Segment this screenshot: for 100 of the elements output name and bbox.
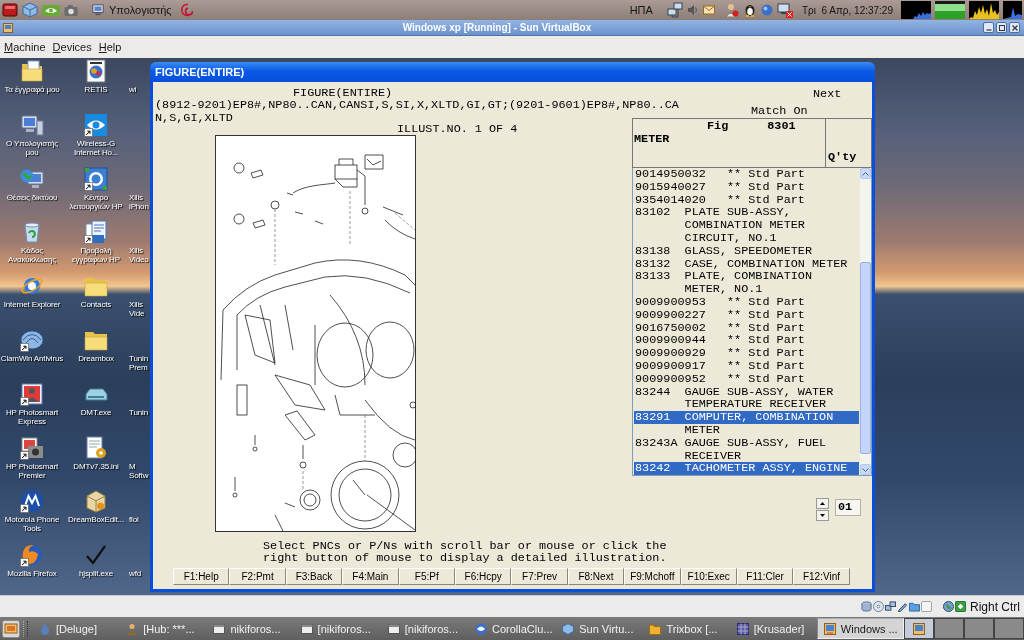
taskbar-button[interactable]: Trixbox [... <box>642 618 730 639</box>
part-list-item[interactable]: CIRCUIT, NO.1 <box>634 232 859 245</box>
desktop-icon-label[interactable]: Mozilla Firefox <box>7 569 57 579</box>
eye-badge-icon[interactable] <box>42 2 60 18</box>
square-app-icon[interactable] <box>2 2 18 18</box>
desktop-icon-label[interactable]: Wireless-G Internet Ho... <box>64 138 128 157</box>
eye-tile-icon[interactable] <box>84 112 108 137</box>
part-list-item[interactable]: 9354014020 ** Std Part <box>634 193 859 207</box>
part-list-item[interactable]: METER, NO.1 <box>634 283 859 296</box>
package-icon[interactable] <box>84 489 108 514</box>
page-number-field[interactable]: 01 <box>835 499 861 517</box>
function-key-button[interactable]: F12:Vinf <box>793 568 850 585</box>
documents-folder-icon[interactable] <box>20 59 44 83</box>
taskbar-button[interactable]: [Deluge] <box>32 618 120 639</box>
desktop-icon-label[interactable]: wfd <box>129 569 149 579</box>
part-list-item[interactable]: 83138 GLASS, SPEEDOMETER <box>634 244 859 258</box>
part-list-item[interactable]: 9016750002 ** Std Part <box>634 321 859 335</box>
function-key-button[interactable]: F2:Pmt <box>229 568 286 585</box>
taskbar-button[interactable]: Windows ... <box>816 618 905 639</box>
desktop-icon-label[interactable]: ClamWin Antivirus <box>0 354 64 363</box>
desktop-icon-label[interactable]: Κέντρο λειτουργιών HP <box>64 192 128 211</box>
fox-globe-icon[interactable] <box>20 543 44 568</box>
network-icon[interactable] <box>885 601 896 612</box>
workspace-thumbnail[interactable] <box>994 618 1024 639</box>
orb-icon[interactable] <box>760 4 773 16</box>
function-key-button[interactable]: F4:Main <box>342 568 399 585</box>
function-key-button[interactable]: F6:Hcpy <box>454 568 512 585</box>
camera-icon[interactable] <box>20 435 44 460</box>
desktop-icon-label[interactable]: DMTv7.35.ini <box>73 461 119 471</box>
desktop-icon-label[interactable]: Τα έγγραφά μου <box>4 85 60 94</box>
minimize-button[interactable] <box>983 22 994 33</box>
monitor-cross-icon[interactable] <box>776 2 793 18</box>
desktop-icon-label[interactable]: Tunin Prem <box>129 354 149 372</box>
diamond-icon[interactable] <box>955 601 966 612</box>
part-list-item[interactable]: 9009900227 ** Std Part <box>634 308 859 322</box>
part-list-item[interactable]: 83132 CASE, COMBINATION METER <box>634 257 859 271</box>
function-key-button[interactable]: F7:Prev <box>511 568 568 585</box>
desktop-icon-label[interactable]: DMT.exe <box>80 407 112 417</box>
disc-icon[interactable] <box>873 601 884 612</box>
desktop-icon-label[interactable]: Θέσεις δικτύου <box>6 192 58 202</box>
part-list-item[interactable]: 83102 PLATE SUB-ASSY, <box>634 206 859 220</box>
desktop-icon-label[interactable]: Dreambox <box>78 354 114 363</box>
workspace-thumbnail[interactable] <box>934 618 964 639</box>
taskbar-button[interactable]: [nikiforos... <box>380 618 468 639</box>
part-list-item[interactable]: METER <box>634 423 859 437</box>
function-key-button[interactable]: F8:Next <box>567 568 625 585</box>
menu-item[interactable]: Machine <box>4 41 46 53</box>
taskbar-button[interactable]: [Hub: ***... <box>119 618 207 639</box>
desktop-icon-label[interactable]: RETIS <box>84 85 108 94</box>
workspace-thumbnail[interactable] <box>964 618 994 639</box>
part-list-item[interactable]: 9014950032 ** Std Part <box>634 168 859 181</box>
part-list-item[interactable]: 9009900929 ** Std Part <box>634 347 859 360</box>
function-key-button[interactable]: F3:Back <box>285 568 343 585</box>
part-list-item[interactable]: 83244 GAUGE SUB-ASSY, WATER <box>634 385 859 399</box>
keyboard-layout-indicator[interactable]: ΗΠΑ <box>629 4 653 16</box>
function-key-button[interactable]: F11:Cler <box>736 568 794 585</box>
scroll-up-button[interactable] <box>860 168 871 179</box>
function-key-button[interactable]: F5:Pf <box>398 568 455 585</box>
m-logo-icon[interactable] <box>20 489 44 514</box>
part-list-item[interactable]: 83243A GAUGE SUB-ASSY, FUEL <box>634 436 859 450</box>
workspace-thumbnail[interactable] <box>904 618 934 639</box>
photo-frame-icon[interactable] <box>20 381 44 406</box>
computer-icon[interactable] <box>92 4 104 16</box>
taskbar-button[interactable]: [Krusader] <box>729 618 817 639</box>
taskbar-button[interactable]: [nikiforos... <box>293 618 381 639</box>
desktop-icon-label[interactable]: Xilis iPhon <box>129 192 149 211</box>
spin-down-button[interactable] <box>816 510 829 522</box>
settings-file-icon[interactable] <box>84 435 108 460</box>
volume-icon[interactable] <box>686 4 699 16</box>
menu-item[interactable]: Devices <box>52 41 92 53</box>
desktop-icon-label[interactable]: Internet Explorer <box>3 300 61 310</box>
parts-diagram-drawing[interactable] <box>215 135 416 532</box>
documents-icon[interactable] <box>84 220 108 245</box>
menu-item[interactable]: Help <box>98 41 122 53</box>
globe-icon[interactable] <box>943 601 954 612</box>
part-list-item[interactable]: 83133 PLATE, COMBINATION <box>634 270 859 284</box>
desktop-icon-label[interactable]: HP Photosmart Express <box>0 407 64 426</box>
maximize-button[interactable] <box>996 22 1007 33</box>
part-list-item[interactable]: 9009900953 ** Std Part <box>634 295 859 309</box>
show-desktop-icon[interactable] <box>2 619 20 638</box>
part-list-item[interactable]: 9009900944 ** Std Part <box>634 334 859 348</box>
part-list-item[interactable]: 9009900952 ** Std Part <box>634 372 859 386</box>
function-key-button[interactable]: F1:Help <box>173 568 230 585</box>
taskbar-button[interactable]: nikiforos... <box>206 618 294 639</box>
network-icon[interactable] <box>666 2 683 18</box>
clock[interactable]: Τρι 6 Απρ, 12:37:29 <box>801 4 893 16</box>
desktop-icon-label[interactable]: Ο Υπολογιστής μου <box>0 138 64 157</box>
scroll-down-button[interactable] <box>860 464 871 476</box>
desktop-icon-label[interactable]: M Softw <box>129 461 149 480</box>
function-key-button[interactable]: F9:Mchoff <box>624 568 681 585</box>
desktop-icon-label[interactable]: Xilis Vide <box>129 300 149 319</box>
taskbar-button[interactable]: Sun Virtu... <box>555 618 643 639</box>
spin-up-button[interactable] <box>816 498 829 510</box>
taskbar-button[interactable]: CorollaClu... <box>468 618 556 639</box>
desktop-icon-label[interactable]: wi <box>129 85 149 94</box>
part-list-item[interactable]: 9015940027 ** Std Part <box>634 180 859 194</box>
person-icon[interactable] <box>724 3 739 17</box>
part-list-item[interactable]: COMBINATION METER <box>634 219 859 232</box>
part-list-item[interactable]: 83291 COMPUTER, COMBINATION <box>634 411 859 424</box>
desktop-icon-label[interactable]: HP Photosmart Premier <box>0 461 64 480</box>
